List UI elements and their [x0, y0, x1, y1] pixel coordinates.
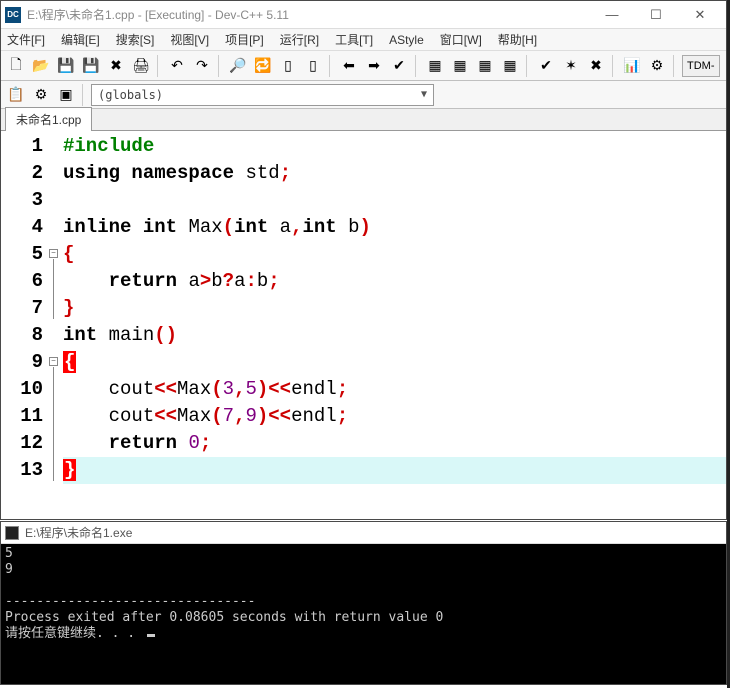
code-area[interactable]: #includeusing namespace std;inline int M…	[63, 131, 726, 519]
toolbar-main: 🗋 📂 💾 💾 ✖ 🖨 ↶ ↷ 🔎 🔁 ▯ ▯ ⬅ ➡ ✔ ▦ ▦ ▦ ▦ ✔ …	[1, 51, 726, 81]
replace-icon[interactable]: 🔁	[252, 55, 274, 77]
delete-icon[interactable]: ✖	[585, 55, 607, 77]
menu-item[interactable]: AStyle	[387, 31, 426, 49]
minimize-button[interactable]: —	[590, 2, 634, 28]
menu-item[interactable]: 文件[F]	[5, 29, 47, 50]
panel1-icon[interactable]: 📋	[5, 84, 27, 106]
print-icon[interactable]: 🖨	[130, 55, 152, 77]
panel3-icon[interactable]: ▣	[55, 84, 77, 106]
menu-item[interactable]: 项目[P]	[223, 29, 266, 50]
console-titlebar: E:\程序\未命名1.exe	[1, 522, 726, 544]
console-window: E:\程序\未命名1.exe 5 9 ---------------------…	[0, 521, 727, 685]
console-text: 5 9 -------------------------------- Pro…	[5, 546, 443, 641]
window-buttons: — ☐ ✕	[590, 2, 722, 28]
menu-item[interactable]: 帮助[H]	[496, 29, 539, 50]
toolbar-sep	[218, 55, 222, 77]
panel2-icon[interactable]: ⚙	[30, 84, 52, 106]
fold-toggle[interactable]: −	[49, 249, 58, 258]
tabbar: 未命名1.cpp	[1, 109, 726, 131]
toolbar-sep	[415, 55, 419, 77]
fold-line	[53, 259, 54, 319]
file-tab[interactable]: 未命名1.cpp	[5, 107, 92, 131]
menu-item[interactable]: 视图[V]	[168, 29, 211, 50]
line-number-gutter: 12345678910111213	[1, 131, 49, 519]
close-button[interactable]: ✕	[678, 2, 722, 28]
menu-item[interactable]: 工具[T]	[333, 29, 375, 50]
toolbar-sep	[82, 84, 86, 106]
fold-column: − −	[49, 131, 63, 519]
main-window: DC E:\程序\未命名1.cpp - [Executing] - Dev-C+…	[0, 0, 727, 520]
maximize-button[interactable]: ☐	[634, 2, 678, 28]
open-icon[interactable]: 📂	[30, 55, 52, 77]
menu-item[interactable]: 窗口[W]	[438, 29, 484, 50]
menu-item[interactable]: 搜索[S]	[114, 29, 157, 50]
console-output[interactable]: 5 9 -------------------------------- Pro…	[1, 544, 726, 684]
app-icon: DC	[5, 7, 21, 23]
col2-icon[interactable]: ▯	[302, 55, 324, 77]
scope-combo-value: (globals)	[98, 88, 163, 102]
compile-run-icon[interactable]: ▦	[474, 55, 496, 77]
menu-item[interactable]: 编辑[E]	[59, 29, 102, 50]
check-icon[interactable]: ✔	[535, 55, 557, 77]
toolbar-sep	[673, 55, 677, 77]
console-cursor	[147, 634, 155, 637]
compiler-profile-button[interactable]: TDM-	[682, 55, 720, 77]
toolbar-secondary: 📋 ⚙ ▣ (globals) ▼	[1, 81, 726, 109]
toolbar-sep	[329, 55, 333, 77]
fold-line	[53, 367, 54, 481]
code-editor[interactable]: 12345678910111213 − − #includeusing name…	[1, 131, 726, 519]
col1-icon[interactable]: ▯	[277, 55, 299, 77]
titlebar: DC E:\程序\未命名1.cpp - [Executing] - Dev-C+…	[1, 1, 726, 29]
rebuild-icon[interactable]: ▦	[499, 55, 521, 77]
fold-toggle[interactable]: −	[49, 357, 58, 366]
toolbar-sep	[526, 55, 530, 77]
undo-icon[interactable]: ↶	[166, 55, 188, 77]
scope-combo[interactable]: (globals) ▼	[91, 84, 434, 106]
save-icon[interactable]: 💾	[55, 55, 77, 77]
back-icon[interactable]: ⬅	[338, 55, 360, 77]
debug-icon[interactable]: ⚙	[646, 55, 668, 77]
find-icon[interactable]: 🔎	[227, 55, 249, 77]
run-icon[interactable]: ▦	[449, 55, 471, 77]
toolbar-sep	[157, 55, 161, 77]
close-file-icon[interactable]: ✖	[105, 55, 127, 77]
new-icon[interactable]: 🗋	[5, 55, 27, 77]
menubar: 文件[F] 编辑[E] 搜索[S] 视图[V] 项目[P] 运行[R] 工具[T] AStyl…	[1, 29, 726, 51]
console-title-text: E:\程序\未命名1.exe	[25, 524, 132, 541]
window-title: E:\程序\未命名1.cpp - [Executing] - Dev-C++ 5…	[27, 6, 590, 23]
chevron-down-icon: ▼	[421, 89, 427, 100]
bookmark-icon[interactable]: ✔	[388, 55, 410, 77]
toolbar-sep	[612, 55, 616, 77]
compile-icon[interactable]: ▦	[424, 55, 446, 77]
help-icon[interactable]: ✶	[560, 55, 582, 77]
chart-icon[interactable]: 📊	[621, 55, 643, 77]
console-icon	[5, 526, 19, 540]
redo-icon[interactable]: ↷	[191, 55, 213, 77]
menu-item[interactable]: 运行[R]	[278, 29, 321, 50]
saveall-icon[interactable]: 💾	[80, 55, 102, 77]
fwd-icon[interactable]: ➡	[363, 55, 385, 77]
